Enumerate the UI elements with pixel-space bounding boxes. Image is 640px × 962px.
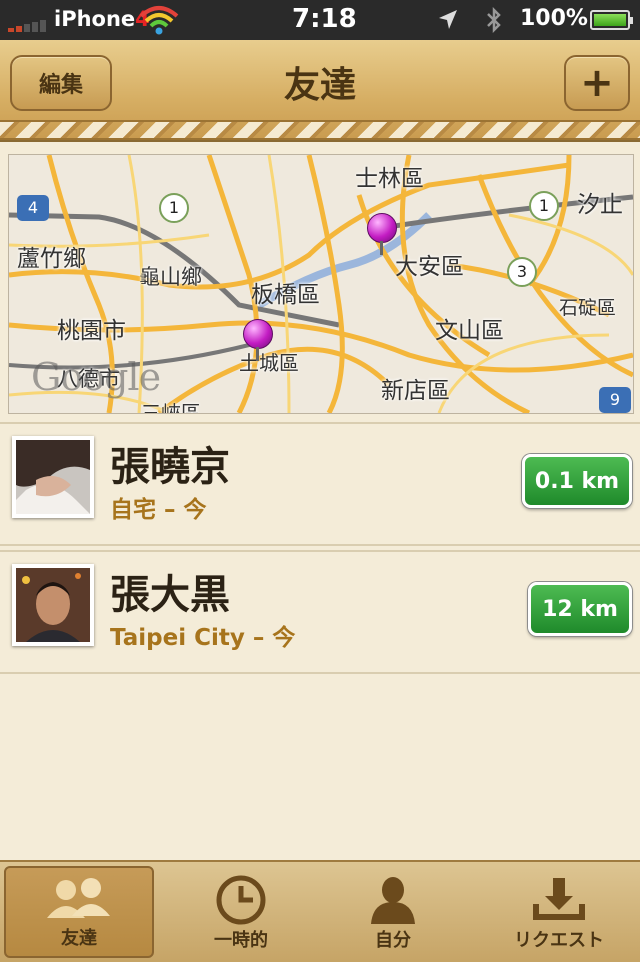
clock-time: 7:18 xyxy=(292,4,357,34)
inbox-download-icon xyxy=(533,878,585,920)
friend-location: 自宅 – 今 xyxy=(110,497,207,523)
route-shield: 9 xyxy=(599,387,631,413)
tab-label: 自分 xyxy=(375,930,411,951)
avatar xyxy=(12,436,94,518)
clock-icon xyxy=(216,875,266,925)
friends-icon xyxy=(47,878,110,918)
add-friend-button[interactable]: + xyxy=(564,55,630,111)
location-services-icon xyxy=(439,10,457,29)
status-bar: iPhone4 7:18 100% xyxy=(0,0,640,40)
map-label: 板橋區 xyxy=(251,282,320,308)
friend-pin[interactable] xyxy=(367,213,397,255)
tab-me[interactable]: 自分 xyxy=(318,866,468,958)
tab-friends[interactable]: 友達 xyxy=(4,866,154,958)
map-label: 汐止 xyxy=(577,192,623,218)
friend-row[interactable]: 張大黒 Taipei City – 今 12 km xyxy=(0,550,640,674)
friend-pin[interactable] xyxy=(243,319,273,361)
tab-label: 一時的 xyxy=(214,930,268,951)
map-label: 文山區 xyxy=(435,318,504,344)
map-label: 蘆竹鄉 xyxy=(17,246,86,272)
route-shield: 1 xyxy=(529,191,559,221)
friend-name: 張大黒 xyxy=(110,572,230,618)
friend-row[interactable]: 張曉京 自宅 – 今 0.1 km xyxy=(0,422,640,546)
bluetooth-icon xyxy=(487,7,501,33)
map-label: 石碇區 xyxy=(559,297,617,319)
tab-temporary[interactable]: 一時的 xyxy=(166,866,316,958)
map-label: 三峽區 xyxy=(141,401,201,414)
map-label: 桃園市 xyxy=(57,318,126,344)
friend-photo xyxy=(16,568,90,642)
edit-button[interactable]: 編集 xyxy=(10,55,112,111)
wifi-icon xyxy=(139,6,179,35)
map-label: 士林區 xyxy=(355,166,424,192)
person-icon xyxy=(371,877,415,924)
friend-name: 張曉京 xyxy=(110,444,230,490)
map-label: 大安區 xyxy=(395,254,464,280)
distance-badge: 0.1 km xyxy=(522,454,632,508)
avatar xyxy=(12,564,94,646)
plus-icon: + xyxy=(580,60,614,106)
stitching-divider xyxy=(0,120,640,140)
map-label: 土城區 xyxy=(239,351,299,375)
tab-label: 友達 xyxy=(61,928,97,949)
signal-strength-icon xyxy=(8,18,50,32)
tab-bar: 友達 一時的 自分 リクエスト xyxy=(0,860,640,962)
distance-badge: 12 km xyxy=(528,582,632,636)
battery-icon xyxy=(590,10,633,30)
friends-map[interactable]: 士林區 汐止 蘆竹鄉 龜山鄉 板橋區 大安區 石碇區 桃園市 文山區 土城區 八… xyxy=(8,154,634,414)
route-shield: 3 xyxy=(507,257,537,287)
tab-requests[interactable]: リクエスト xyxy=(484,866,634,958)
carrier-name: iPhone4 xyxy=(54,7,150,31)
tab-label: リクエスト xyxy=(514,930,604,951)
google-watermark: Google xyxy=(31,355,161,399)
map-label: 新店區 xyxy=(381,378,450,404)
page-title: 友達 xyxy=(283,65,356,106)
route-shield: 1 xyxy=(159,193,189,223)
map-label: 龜山鄉 xyxy=(139,265,202,289)
friend-location: Taipei City – 今 xyxy=(110,625,296,651)
route-shield: 4 xyxy=(17,195,49,221)
battery-percent: 100% xyxy=(520,6,588,31)
friend-photo xyxy=(16,440,90,514)
